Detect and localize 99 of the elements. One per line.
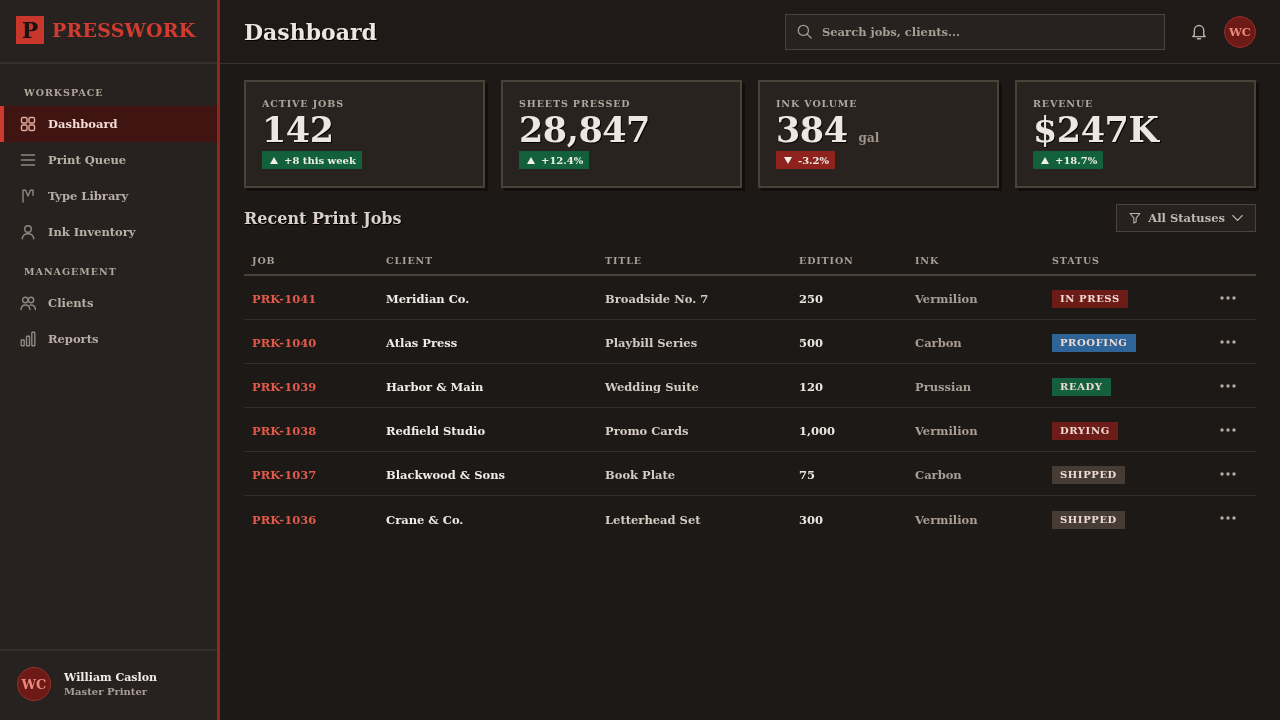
edition-count: 300 — [799, 512, 823, 527]
stat-label: INK VOLUME — [776, 98, 858, 110]
job-title: Wedding Suite — [605, 380, 699, 394]
up-triangle-icon — [527, 156, 535, 164]
down-triangle-icon — [784, 156, 792, 164]
nav-item[interactable]: Dashboard — [0, 106, 217, 142]
job-title: Letterhead Set — [605, 512, 701, 527]
column-header: CLIENT — [386, 255, 434, 266]
more-icon — [1220, 427, 1236, 432]
more-icon — [1220, 383, 1236, 388]
nav-item[interactable]: Type Library — [0, 178, 217, 214]
ink-name: Vermilion — [915, 292, 978, 306]
up-triangle-icon — [270, 156, 278, 164]
column-header: EDITION — [799, 255, 854, 266]
job-title: Broadside No. 7 — [605, 292, 709, 306]
lines-icon — [20, 152, 36, 168]
stat-value: 142 — [262, 110, 334, 150]
change-text: -3.2% — [798, 154, 830, 166]
stat-label: SHEETS PRESSED — [519, 98, 631, 110]
section-title: Recent Print Jobs — [244, 208, 402, 228]
stat-value: 28,847 — [519, 110, 650, 150]
column-header: INK — [915, 255, 940, 266]
client-name: Redfield Studio — [386, 424, 486, 438]
status-tag: PROOFING — [1052, 334, 1136, 352]
more-icon — [1220, 339, 1236, 344]
status-filter-button[interactable]: All Statuses — [1116, 204, 1256, 232]
stat-label: REVENUE — [1033, 98, 1094, 110]
page-title: Dashboard — [244, 18, 377, 45]
stat-value: 384 — [776, 110, 848, 150]
change-text: +18.7% — [1055, 154, 1098, 166]
status-tag: IN PRESS — [1052, 290, 1128, 308]
client-name: Harbor & Main — [386, 380, 484, 394]
client-name: Blackwood & Sons — [386, 468, 505, 482]
funnel-icon — [1129, 212, 1142, 224]
job-title: Promo Cards — [605, 424, 689, 438]
search-field[interactable]: Search jobs, clients... — [785, 13, 1165, 50]
stat-value: $247K — [1033, 110, 1159, 150]
job-link[interactable]: PRK-1036 — [252, 512, 317, 527]
client-name: Meridian Co. — [386, 292, 470, 306]
more-icon — [1220, 295, 1236, 300]
more-icon — [1220, 471, 1236, 476]
row-menu-button[interactable] — [1220, 339, 1236, 344]
edition-count: 500 — [799, 336, 823, 350]
ink-name: Carbon — [915, 336, 962, 350]
job-link[interactable]: PRK-1039 — [252, 380, 317, 394]
job-title: Book Plate — [605, 468, 676, 482]
status-tag: SHIPPED — [1052, 466, 1125, 484]
change-text: +8 this week — [284, 154, 356, 166]
job-link[interactable]: PRK-1041 — [252, 292, 317, 306]
grid-icon — [20, 116, 36, 132]
ink-name: Prussian — [915, 380, 972, 394]
change-text: +12.4% — [541, 154, 584, 166]
letter-m-icon — [20, 188, 36, 204]
job-link[interactable]: PRK-1040 — [252, 336, 317, 350]
section-heading: MANAGEMENT — [24, 266, 117, 278]
row-menu-button[interactable] — [1220, 471, 1236, 476]
status-tag: SHIPPED — [1052, 510, 1125, 529]
edition-count: 120 — [799, 380, 823, 394]
user-avatar[interactable]: WC — [1224, 15, 1256, 48]
chevron-down-icon — [1232, 215, 1243, 221]
job-link[interactable]: PRK-1037 — [252, 468, 317, 482]
user-avatar[interactable]: WC — [17, 667, 51, 701]
row-menu-button[interactable] — [1220, 427, 1236, 432]
bell-icon[interactable] — [1191, 23, 1207, 40]
edition-count: 1,000 — [799, 424, 835, 438]
ink-name: Vermilion — [915, 424, 978, 438]
nav-item[interactable]: Ink Inventory — [0, 214, 217, 250]
unit-label: gal — [858, 131, 880, 145]
user-name: William Caslon — [64, 671, 158, 684]
nav-item[interactable]: Print Queue — [0, 142, 217, 178]
job-title: Playbill Series — [605, 336, 698, 350]
row-menu-button[interactable] — [1220, 295, 1236, 300]
person-icon — [20, 224, 36, 240]
up-triangle-icon — [1041, 156, 1049, 164]
ink-name: Carbon — [915, 468, 962, 482]
nav-item[interactable]: Reports — [0, 321, 217, 357]
client-name: Crane & Co. — [386, 512, 464, 527]
edition-count: 250 — [799, 292, 823, 306]
row-menu-button[interactable] — [1220, 383, 1236, 388]
status-tag: READY — [1052, 378, 1111, 396]
search-icon — [797, 23, 812, 39]
user-role: Master Printer — [64, 686, 149, 697]
status-tag: DRYING — [1052, 422, 1118, 440]
brand-name: PRESSWORK — [52, 19, 196, 41]
nav-item[interactable]: Clients — [0, 285, 217, 321]
ink-name: Vermilion — [915, 512, 978, 527]
column-header: STATUS — [1052, 255, 1100, 266]
more-icon — [1220, 516, 1236, 520]
job-link[interactable]: PRK-1038 — [252, 424, 317, 438]
column-header: JOB — [252, 255, 276, 266]
column-header: TITLE — [605, 255, 642, 266]
bar-chart-icon — [20, 331, 36, 347]
people-icon — [20, 295, 36, 311]
edition-count: 75 — [799, 468, 815, 482]
stat-label: ACTIVE JOBS — [262, 98, 344, 110]
section-heading: WORKSPACE — [24, 87, 104, 99]
logo-mark: P — [16, 16, 44, 44]
row-menu-button[interactable] — [1220, 516, 1236, 520]
client-name: Atlas Press — [386, 336, 458, 350]
